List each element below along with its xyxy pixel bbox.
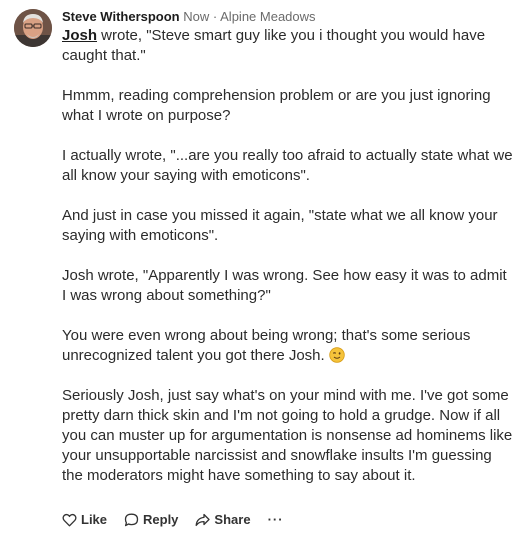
paragraph-5: Josh wrote, "Apparently I was wrong. See…	[62, 267, 507, 304]
post-body: Josh wrote, "Steve smart guy like you i …	[62, 26, 514, 486]
heart-icon	[62, 513, 77, 526]
avatar[interactable]	[14, 9, 52, 47]
winking-face-icon	[328, 347, 345, 363]
post-content: Steve Witherspoon Now · Alpine Meadows J…	[62, 8, 514, 486]
speech-bubble-icon	[124, 513, 139, 526]
post-actions: Like Reply Share ···	[62, 512, 284, 527]
share-button[interactable]: Share	[195, 512, 251, 527]
meta-separator: ·	[212, 9, 218, 24]
post-location: Alpine Meadows	[220, 9, 316, 24]
avatar-photo	[14, 9, 52, 47]
author-name[interactable]: Steve Witherspoon	[62, 9, 180, 24]
share-arrow-icon	[195, 513, 211, 526]
share-label: Share	[214, 512, 251, 527]
paragraph-2: Hmmm, reading comprehension problem or a…	[62, 87, 491, 124]
paragraph-3: I actually wrote, "...are you really too…	[62, 147, 513, 184]
post-time: Now	[183, 9, 210, 24]
paragraph-1: Josh wrote, "Steve smart guy like you i …	[62, 26, 514, 66]
reply-button[interactable]: Reply	[124, 512, 178, 527]
like-button[interactable]: Like	[62, 512, 107, 527]
post: Steve Witherspoon Now · Alpine Meadows J…	[0, 0, 526, 543]
like-label: Like	[81, 512, 108, 527]
paragraph-6: You were even wrong about being wrong; t…	[62, 326, 514, 366]
more-options-icon[interactable]: ···	[268, 512, 284, 527]
reply-label: Reply	[143, 512, 179, 527]
paragraph-4: And just in case you missed it again, "s…	[62, 207, 498, 244]
post-meta: Steve Witherspoon Now · Alpine Meadows	[62, 8, 514, 25]
paragraph-7: Seriously Josh, just say what's on your …	[62, 387, 513, 484]
mention-link[interactable]: Josh	[62, 27, 97, 44]
paragraph-6-text: You were even wrong about being wrong; t…	[62, 327, 471, 364]
paragraph-1-text: wrote, "Steve smart guy like you i thoug…	[62, 27, 486, 64]
